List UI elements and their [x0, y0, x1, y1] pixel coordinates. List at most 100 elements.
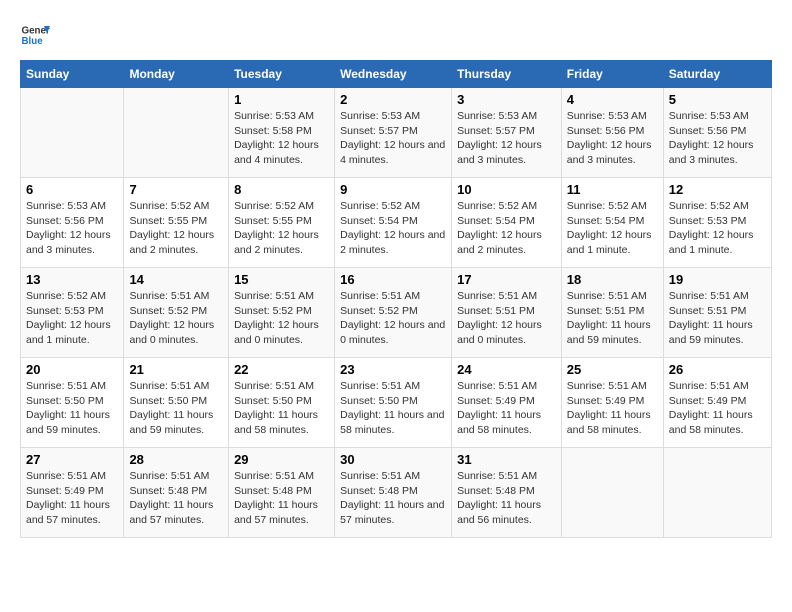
day-info: Sunrise: 5:51 AMSunset: 5:48 PMDaylight:… — [340, 469, 446, 528]
day-number: 24 — [457, 362, 556, 377]
day-number: 7 — [129, 182, 223, 197]
day-info: Sunrise: 5:51 AMSunset: 5:48 PMDaylight:… — [457, 469, 556, 528]
day-cell: 29 Sunrise: 5:51 AMSunset: 5:48 PMDayligh… — [229, 448, 335, 538]
day-number: 23 — [340, 362, 446, 377]
day-info: Sunrise: 5:52 AMSunset: 5:55 PMDaylight:… — [234, 199, 329, 258]
day-number: 6 — [26, 182, 118, 197]
day-info: Sunrise: 5:51 AMSunset: 5:49 PMDaylight:… — [567, 379, 658, 438]
day-cell: 4 Sunrise: 5:53 AMSunset: 5:56 PMDaylight… — [561, 88, 663, 178]
weekday-header-row: SundayMondayTuesdayWednesdayThursdayFrid… — [21, 61, 772, 88]
day-info: Sunrise: 5:51 AMSunset: 5:51 PMDaylight:… — [669, 289, 766, 348]
day-cell — [663, 448, 771, 538]
day-cell — [561, 448, 663, 538]
day-number: 15 — [234, 272, 329, 287]
day-number: 8 — [234, 182, 329, 197]
day-number: 14 — [129, 272, 223, 287]
day-info: Sunrise: 5:51 AMSunset: 5:50 PMDaylight:… — [340, 379, 446, 438]
day-info: Sunrise: 5:53 AMSunset: 5:56 PMDaylight:… — [567, 109, 658, 168]
day-number: 26 — [669, 362, 766, 377]
week-row-3: 13Sunrise: 5:52 AMSunset: 5:53 PMDayligh… — [21, 268, 772, 358]
day-cell: 20 Sunrise: 5:51 AMSunset: 5:50 PMDayligh… — [21, 358, 124, 448]
day-cell: 18 Sunrise: 5:51 AMSunset: 5:51 PMDayligh… — [561, 268, 663, 358]
day-number: 2 — [340, 92, 446, 107]
weekday-header-monday: Monday — [124, 61, 229, 88]
day-cell: 17 Sunrise: 5:51 AMSunset: 5:51 PMDayligh… — [452, 268, 562, 358]
day-cell: 26Sunrise: 5:51 AMSunset: 5:49 PMDayligh… — [663, 358, 771, 448]
day-cell: 15 Sunrise: 5:51 AMSunset: 5:52 PMDayligh… — [229, 268, 335, 358]
day-cell: 22 Sunrise: 5:51 AMSunset: 5:50 PMDayligh… — [229, 358, 335, 448]
day-info: Sunrise: 5:51 AMSunset: 5:50 PMDaylight:… — [129, 379, 223, 438]
day-cell: 5 Sunrise: 5:53 AMSunset: 5:56 PMDaylight… — [663, 88, 771, 178]
calendar-table: SundayMondayTuesdayWednesdayThursdayFrid… — [20, 60, 772, 538]
day-number: 9 — [340, 182, 446, 197]
day-info: Sunrise: 5:52 AMSunset: 5:55 PMDaylight:… — [129, 199, 223, 258]
day-cell — [124, 88, 229, 178]
day-cell: 6 Sunrise: 5:53 AMSunset: 5:56 PMDaylight… — [21, 178, 124, 268]
day-info: Sunrise: 5:51 AMSunset: 5:52 PMDaylight:… — [340, 289, 446, 348]
day-cell: 11Sunrise: 5:52 AMSunset: 5:54 PMDayligh… — [561, 178, 663, 268]
weekday-header-tuesday: Tuesday — [229, 61, 335, 88]
day-number: 30 — [340, 452, 446, 467]
day-info: Sunrise: 5:53 AMSunset: 5:56 PMDaylight:… — [669, 109, 766, 168]
day-cell: 13Sunrise: 5:52 AMSunset: 5:53 PMDayligh… — [21, 268, 124, 358]
day-number: 20 — [26, 362, 118, 377]
day-number: 22 — [234, 362, 329, 377]
day-cell: 7 Sunrise: 5:52 AMSunset: 5:55 PMDaylight… — [124, 178, 229, 268]
day-info: Sunrise: 5:51 AMSunset: 5:52 PMDaylight:… — [234, 289, 329, 348]
page-header: General Blue — [20, 20, 772, 50]
day-cell: 19 Sunrise: 5:51 AMSunset: 5:51 PMDayligh… — [663, 268, 771, 358]
day-number: 18 — [567, 272, 658, 287]
day-number: 29 — [234, 452, 329, 467]
day-info: Sunrise: 5:52 AMSunset: 5:53 PMDaylight:… — [26, 289, 118, 348]
day-cell: 2 Sunrise: 5:53 AMSunset: 5:57 PMDaylight… — [335, 88, 452, 178]
day-number: 16 — [340, 272, 446, 287]
day-cell: 30 Sunrise: 5:51 AMSunset: 5:48 PMDayligh… — [335, 448, 452, 538]
weekday-header-sunday: Sunday — [21, 61, 124, 88]
day-cell: 23 Sunrise: 5:51 AMSunset: 5:50 PMDayligh… — [335, 358, 452, 448]
day-cell: 28 Sunrise: 5:51 AMSunset: 5:48 PMDayligh… — [124, 448, 229, 538]
day-info: Sunrise: 5:53 AMSunset: 5:56 PMDaylight:… — [26, 199, 118, 258]
weekday-header-wednesday: Wednesday — [335, 61, 452, 88]
day-number: 5 — [669, 92, 766, 107]
week-row-2: 6 Sunrise: 5:53 AMSunset: 5:56 PMDaylight… — [21, 178, 772, 268]
day-cell: 1Sunrise: 5:53 AMSunset: 5:58 PMDaylight… — [229, 88, 335, 178]
day-cell: 16 Sunrise: 5:51 AMSunset: 5:52 PMDayligh… — [335, 268, 452, 358]
weekday-header-friday: Friday — [561, 61, 663, 88]
day-number: 12 — [669, 182, 766, 197]
day-number: 19 — [669, 272, 766, 287]
day-cell — [21, 88, 124, 178]
day-number: 10 — [457, 182, 556, 197]
day-info: Sunrise: 5:51 AMSunset: 5:49 PMDaylight:… — [26, 469, 118, 528]
day-number: 1 — [234, 92, 329, 107]
day-info: Sunrise: 5:51 AMSunset: 5:51 PMDaylight:… — [567, 289, 658, 348]
day-cell: 14 Sunrise: 5:51 AMSunset: 5:52 PMDayligh… — [124, 268, 229, 358]
day-number: 17 — [457, 272, 556, 287]
day-number: 31 — [457, 452, 556, 467]
day-cell: 3Sunrise: 5:53 AMSunset: 5:57 PMDaylight… — [452, 88, 562, 178]
day-info: Sunrise: 5:51 AMSunset: 5:52 PMDaylight:… — [129, 289, 223, 348]
day-number: 28 — [129, 452, 223, 467]
week-row-5: 27 Sunrise: 5:51 AMSunset: 5:49 PMDayligh… — [21, 448, 772, 538]
week-row-1: 1Sunrise: 5:53 AMSunset: 5:58 PMDaylight… — [21, 88, 772, 178]
svg-text:Blue: Blue — [22, 36, 44, 47]
day-info: Sunrise: 5:52 AMSunset: 5:54 PMDaylight:… — [340, 199, 446, 258]
day-info: Sunrise: 5:51 AMSunset: 5:50 PMDaylight:… — [234, 379, 329, 438]
day-cell: 12 Sunrise: 5:52 AMSunset: 5:53 PMDayligh… — [663, 178, 771, 268]
day-cell: 21 Sunrise: 5:51 AMSunset: 5:50 PMDayligh… — [124, 358, 229, 448]
day-cell: 25 Sunrise: 5:51 AMSunset: 5:49 PMDayligh… — [561, 358, 663, 448]
week-row-4: 20 Sunrise: 5:51 AMSunset: 5:50 PMDayligh… — [21, 358, 772, 448]
day-info: Sunrise: 5:52 AMSunset: 5:53 PMDaylight:… — [669, 199, 766, 258]
day-info: Sunrise: 5:53 AMSunset: 5:57 PMDaylight:… — [340, 109, 446, 168]
day-info: Sunrise: 5:51 AMSunset: 5:48 PMDaylight:… — [129, 469, 223, 528]
logo: General Blue — [20, 20, 50, 50]
weekday-header-saturday: Saturday — [663, 61, 771, 88]
day-info: Sunrise: 5:51 AMSunset: 5:50 PMDaylight:… — [26, 379, 118, 438]
day-info: Sunrise: 5:51 AMSunset: 5:48 PMDaylight:… — [234, 469, 329, 528]
day-number: 4 — [567, 92, 658, 107]
day-number: 25 — [567, 362, 658, 377]
day-info: Sunrise: 5:52 AMSunset: 5:54 PMDaylight:… — [567, 199, 658, 258]
day-number: 21 — [129, 362, 223, 377]
day-cell: 9 Sunrise: 5:52 AMSunset: 5:54 PMDaylight… — [335, 178, 452, 268]
day-info: Sunrise: 5:51 AMSunset: 5:51 PMDaylight:… — [457, 289, 556, 348]
day-number: 27 — [26, 452, 118, 467]
